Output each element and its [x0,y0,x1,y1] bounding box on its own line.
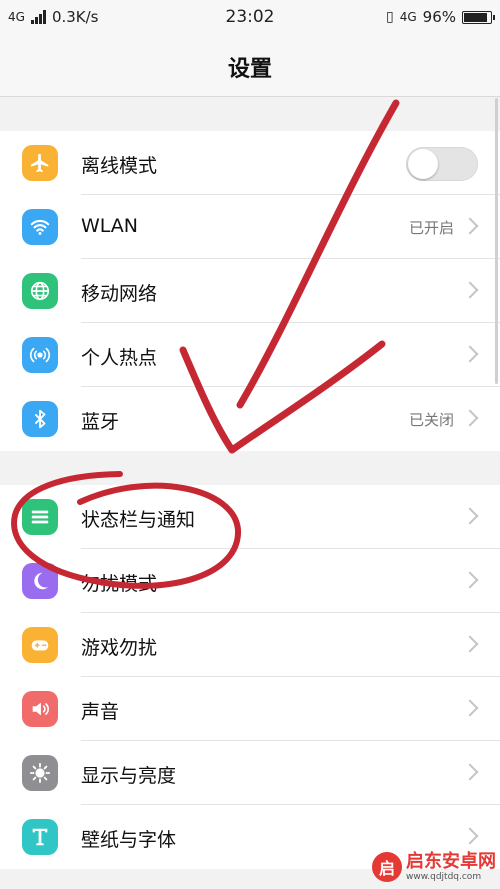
setting-label: 勿扰模式 [81,573,158,595]
font-icon [22,819,58,855]
page-title: 设置 [227,57,272,82]
speaker-icon [22,691,58,727]
setting-label: WLAN [81,215,139,237]
setting-label: 状态栏与通知 [81,509,196,531]
chevron-right-icon [461,507,479,525]
setting-label: 移动网络 [81,283,158,305]
vibrate-icon: ▯ [386,9,394,25]
setting-value: 已关闭 [408,411,454,429]
wifi-icon [22,209,58,245]
settings-group-connectivity: 离线模式 WLAN 已开启 移动网络 个人热点 蓝牙 已关闭 [0,131,500,451]
setting-row-bluetooth[interactable]: 蓝牙 已关闭 [0,387,500,451]
battery-percent: 96% [422,8,456,26]
setting-label: 个人热点 [81,347,158,369]
airplane-mode-toggle[interactable] [406,147,478,181]
chevron-right-icon [461,763,479,781]
globe-icon [22,273,58,309]
watermark-name: 启东安卓网 [406,850,496,872]
statusbar-icon [22,499,58,535]
sun-icon [22,755,58,791]
chevron-right-icon [461,635,479,653]
chevron-right-icon [461,217,479,235]
setting-label: 蓝牙 [81,411,120,433]
setting-row-hotspot[interactable]: 个人热点 [0,323,500,387]
status-right: ▯ 4G 96% [386,8,495,26]
network-type-right: 4G [399,10,417,24]
setting-row-game-dnd[interactable]: 游戏勿扰 [0,613,500,677]
setting-label: 壁纸与字体 [81,829,177,851]
chevron-right-icon [461,699,479,717]
setting-row-airplane-mode[interactable]: 离线模式 [0,131,500,195]
setting-row-wlan[interactable]: WLAN 已开启 [0,195,500,259]
setting-row-statusbar-notifications[interactable]: 状态栏与通知 [0,485,500,549]
setting-row-display-brightness[interactable]: 显示与亮度 [0,741,500,805]
watermark-text: 启东安卓网 www.qdjtdq.com [406,850,496,882]
toggle-knob [408,149,438,179]
setting-label: 离线模式 [81,155,158,177]
chevron-right-icon [461,281,479,299]
chevron-right-icon [461,409,479,427]
setting-row-do-not-disturb[interactable]: 勿扰模式 [0,549,500,613]
airplane-icon [22,145,58,181]
watermark-url: www.qdjtdq.com [406,871,482,882]
watermark: 启 启东安卓网 www.qdjtdq.com [372,852,496,882]
scrollbar[interactable] [495,98,498,384]
setting-label: 游戏勿扰 [81,637,158,659]
battery-icon [462,10,495,24]
gamepad-icon [22,627,58,663]
setting-value: 已开启 [408,219,454,237]
setting-row-mobile-network[interactable]: 移动网络 [0,259,500,323]
setting-label: 声音 [81,701,120,723]
title-bar: 设置 [0,34,500,97]
hotspot-icon [22,337,58,373]
bluetooth-icon [22,401,58,437]
moon-icon [22,563,58,599]
chevron-right-icon [461,827,479,845]
setting-label: 显示与亮度 [81,765,177,787]
chevron-right-icon [461,345,479,363]
status-bar: 4G 0.3K/s 23:02 ▯ 4G 96% [0,0,500,34]
chevron-right-icon [461,571,479,589]
setting-row-sound[interactable]: 声音 [0,677,500,741]
settings-group-personalization: 状态栏与通知 勿扰模式 游戏勿扰 声音 显示与亮度 壁纸与字体 [0,485,500,869]
watermark-logo: 启 [372,852,402,882]
